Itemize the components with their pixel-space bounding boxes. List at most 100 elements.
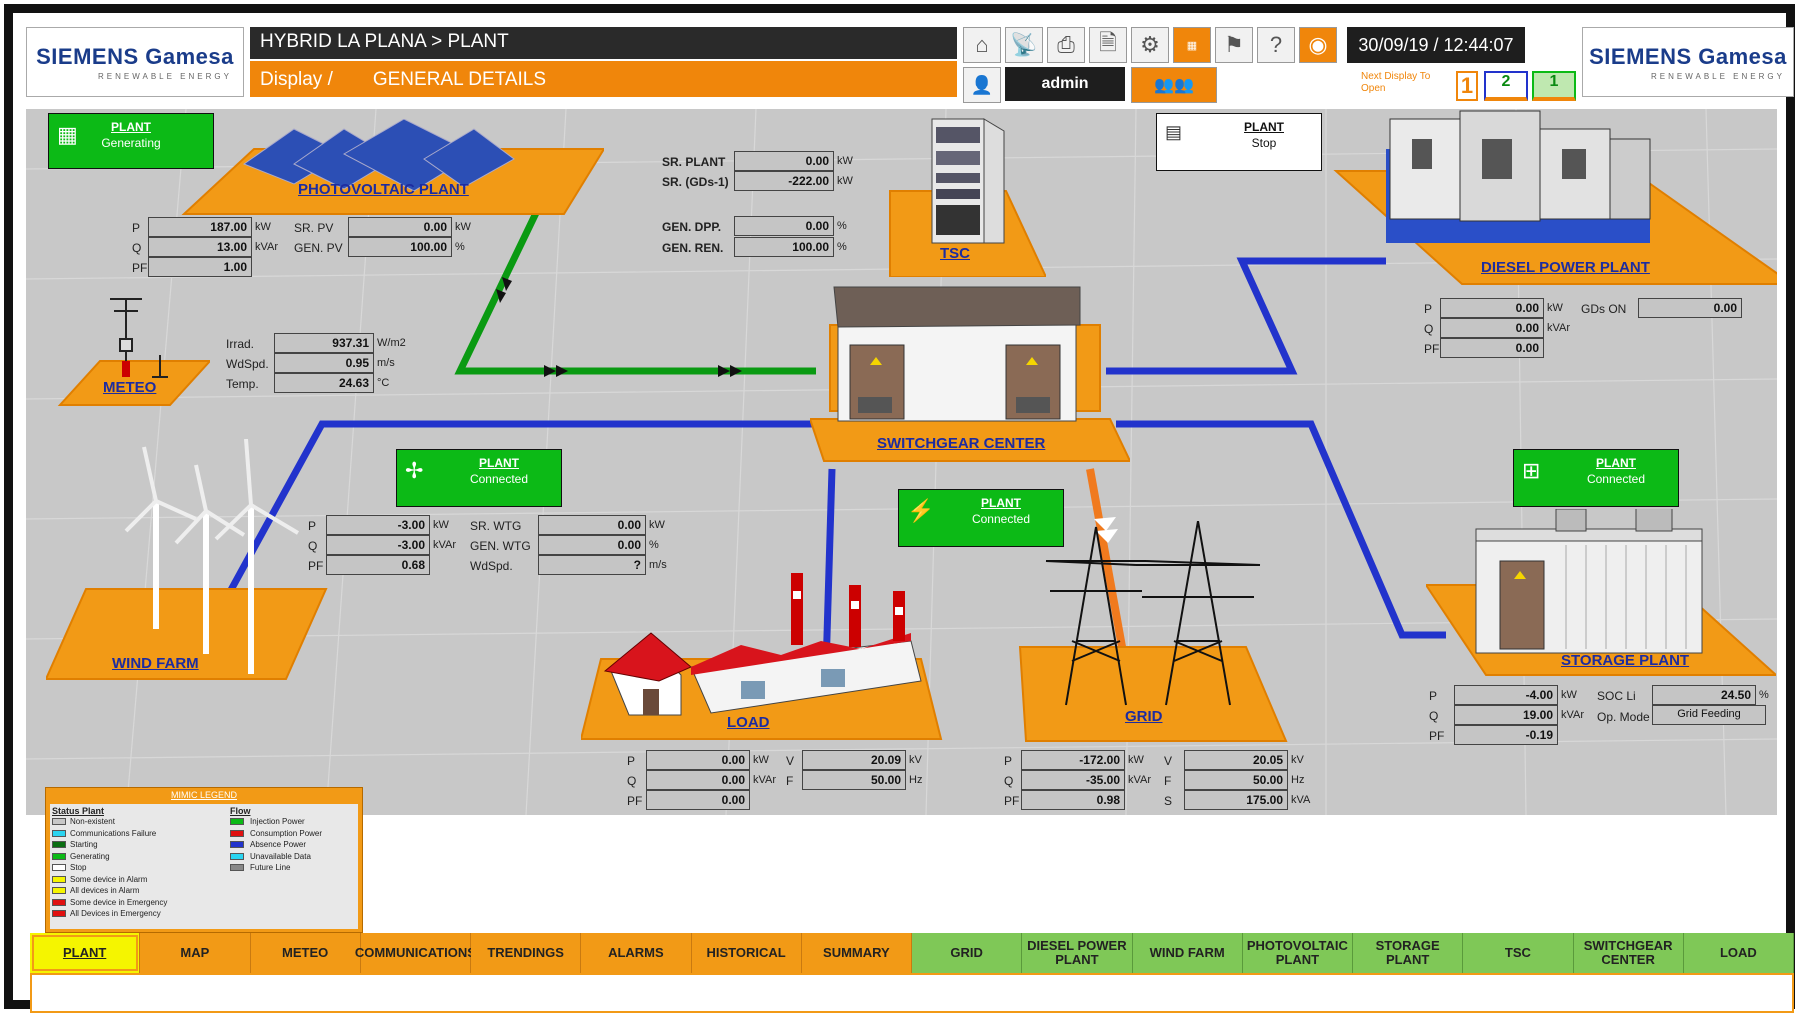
grid-status-title: PLANT	[981, 496, 1021, 510]
grid-f-value: 50.00	[1184, 770, 1288, 790]
storage-status-box[interactable]: ⊞ PLANT Connected	[1513, 449, 1679, 507]
storage-soc-label: SOC Li	[1597, 689, 1636, 703]
brand-subtitle-right: RENEWABLE ENERGY	[1651, 71, 1785, 81]
legend-flow-label: Unavailable Data	[250, 851, 311, 861]
nav-switchgear-center[interactable]: SWITCHGEAR CENTER	[1573, 933, 1684, 973]
storage-opmode-label: Op. Mode	[1597, 710, 1650, 724]
nav-wind-farm[interactable]: WIND FARM	[1132, 933, 1243, 973]
nav-meteo[interactable]: METEO	[250, 933, 361, 973]
tsc-link[interactable]: TSC	[940, 245, 970, 262]
grid-link[interactable]: GRID	[1125, 708, 1163, 725]
storage-p-label: P	[1429, 689, 1438, 703]
legend-flow-swatch	[230, 864, 244, 871]
user-management-icon[interactable]: 👥👥	[1131, 67, 1217, 103]
diesel-status-box[interactable]: ▤ PLANT Stop	[1156, 113, 1322, 171]
user-login-icon[interactable]: 👤	[963, 67, 1001, 103]
load-v-unit: kV	[909, 754, 922, 766]
legend-flow-swatch	[230, 829, 244, 837]
grid-p-unit: kW	[1128, 754, 1144, 766]
legend-status-title: Status Plant	[52, 806, 105, 816]
help-icon[interactable]: ?	[1257, 27, 1295, 63]
wind-pf-value: 0.68	[326, 555, 430, 575]
nav-plant[interactable]: PLANT	[30, 933, 141, 973]
grid-f-label: F	[1164, 774, 1172, 788]
flag-uk-icon[interactable]: ⚑	[1215, 27, 1253, 63]
wind-farm-link[interactable]: WIND FARM	[112, 655, 199, 672]
antenna-icon[interactable]: 📡	[1005, 27, 1043, 63]
brand-text: SIEMENS Gamesa	[36, 43, 234, 69]
nav-trendings[interactable]: TRENDINGS	[471, 933, 582, 973]
legend-flow-swatch	[230, 841, 244, 848]
legend-status-swatch	[52, 887, 66, 894]
photovoltaic-plant-link[interactable]: PHOTOVOLTAIC PLANT	[298, 181, 469, 198]
diesel-gds-value: 0.00	[1638, 298, 1742, 318]
grid-s-unit: kVA	[1291, 794, 1311, 806]
meteo-wdspd-unit: m/s	[377, 357, 395, 369]
nav-photovoltaic-plant[interactable]: PHOTOVOLTAIC PLANT	[1242, 933, 1353, 973]
nav-communications[interactable]: COMMUNICATIONS	[355, 933, 476, 973]
screen-1-button[interactable]: 1	[1456, 71, 1478, 101]
meteo-wdspd-label: WdSpd.	[226, 357, 269, 371]
home-icon[interactable]: ⌂	[963, 27, 1001, 63]
nav-grid[interactable]: GRID	[912, 933, 1023, 973]
wind-gen-unit: %	[649, 539, 659, 551]
report-icon[interactable]: 🗎	[1089, 27, 1127, 63]
gen-dpp-unit: %	[837, 220, 847, 232]
pv-sr-value: 0.00	[348, 217, 452, 237]
screen-3-button[interactable]: 1	[1532, 71, 1576, 101]
diesel-generator-icon	[1386, 110, 1651, 243]
nav-load[interactable]: LOAD	[1683, 933, 1794, 973]
nav-tsc[interactable]: TSC	[1463, 933, 1574, 973]
switchgear-center-link[interactable]: SWITCHGEAR CENTER	[877, 435, 1045, 452]
grid-q-unit: kVAr	[1128, 774, 1152, 786]
pv-p-unit: kW	[255, 221, 271, 233]
nav-storage-plant[interactable]: STORAGE PLANT	[1353, 933, 1464, 973]
wind-q-value: -3.00	[326, 535, 430, 555]
storage-status-title: PLANT	[1596, 456, 1636, 470]
storage-soc-unit: %	[1759, 689, 1769, 701]
diesel-q-label: Q	[1424, 322, 1434, 336]
diesel-power-plant-link[interactable]: DIESEL POWER PLANT	[1481, 259, 1650, 276]
nav-summary[interactable]: SUMMARY	[801, 933, 912, 973]
nav-historical[interactable]: HISTORICAL	[691, 933, 802, 973]
pv-gen-unit: %	[455, 241, 465, 253]
legend-status-label: Starting	[70, 840, 98, 849]
legend-status-label: Stop	[70, 863, 87, 872]
power-towers-icon	[1045, 521, 1261, 706]
pv-p-label: P	[132, 221, 141, 235]
storage-plant-link[interactable]: STORAGE PLANT	[1561, 652, 1689, 669]
scada-window: SIEMENS Gamesa RENEWABLE ENERGY HYBRID L…	[4, 4, 1795, 1013]
nav-diesel-power-plant[interactable]: DIESEL POWER PLANT	[1022, 933, 1133, 973]
grid-status-box[interactable]: ⚡ PLANT Connected	[898, 489, 1064, 547]
wind-q-unit: kVAr	[433, 539, 457, 551]
grid-v-unit: kV	[1291, 754, 1304, 766]
status-bar	[30, 973, 1794, 1013]
pv-status-box[interactable]: ▦ PLANT Generating	[48, 113, 214, 169]
nav-map[interactable]: MAP	[140, 933, 251, 973]
legend-status-label: Some device in Emergency	[70, 897, 168, 907]
gen-dpp-label: GEN. DPP.	[662, 220, 722, 234]
printer-icon[interactable]: ⎙	[1047, 27, 1085, 63]
legend-status-label: All devices in Alarm	[70, 886, 140, 895]
meteo-link[interactable]: METEO	[103, 379, 156, 396]
sr-plant-value: 0.00	[734, 151, 834, 171]
nav-alarms[interactable]: ALARMS	[581, 933, 692, 973]
load-pf-label: PF	[627, 794, 643, 808]
meteo-temp-label: Temp.	[226, 377, 259, 391]
legend-status-swatch	[52, 829, 66, 837]
legend-status-swatch	[52, 852, 66, 860]
load-link[interactable]: LOAD	[727, 714, 770, 731]
summary-icon[interactable]: ▦	[1173, 27, 1211, 63]
power-icon[interactable]: ◉	[1299, 27, 1337, 63]
storage-q-label: Q	[1429, 709, 1439, 723]
plant-mimic-diagram: PHOTOVOLTAIC PLANT ▦ PLANT Generating P …	[26, 109, 1777, 815]
sr-plant-label: SR. PLANT	[662, 155, 726, 169]
gears-icon[interactable]: ⚙	[1131, 27, 1169, 63]
storage-soc-value: 24.50	[1652, 685, 1756, 705]
legend-flow-swatch	[230, 818, 244, 825]
display-name: GENERAL DETAILS	[372, 69, 547, 90]
wind-status-box[interactable]: ✢ PLANT Connected	[396, 449, 562, 507]
pv-q-unit: kVAr	[255, 241, 279, 253]
wind-sr-label: SR. WTG	[470, 519, 522, 533]
screen-2-button[interactable]: 2	[1484, 71, 1528, 101]
